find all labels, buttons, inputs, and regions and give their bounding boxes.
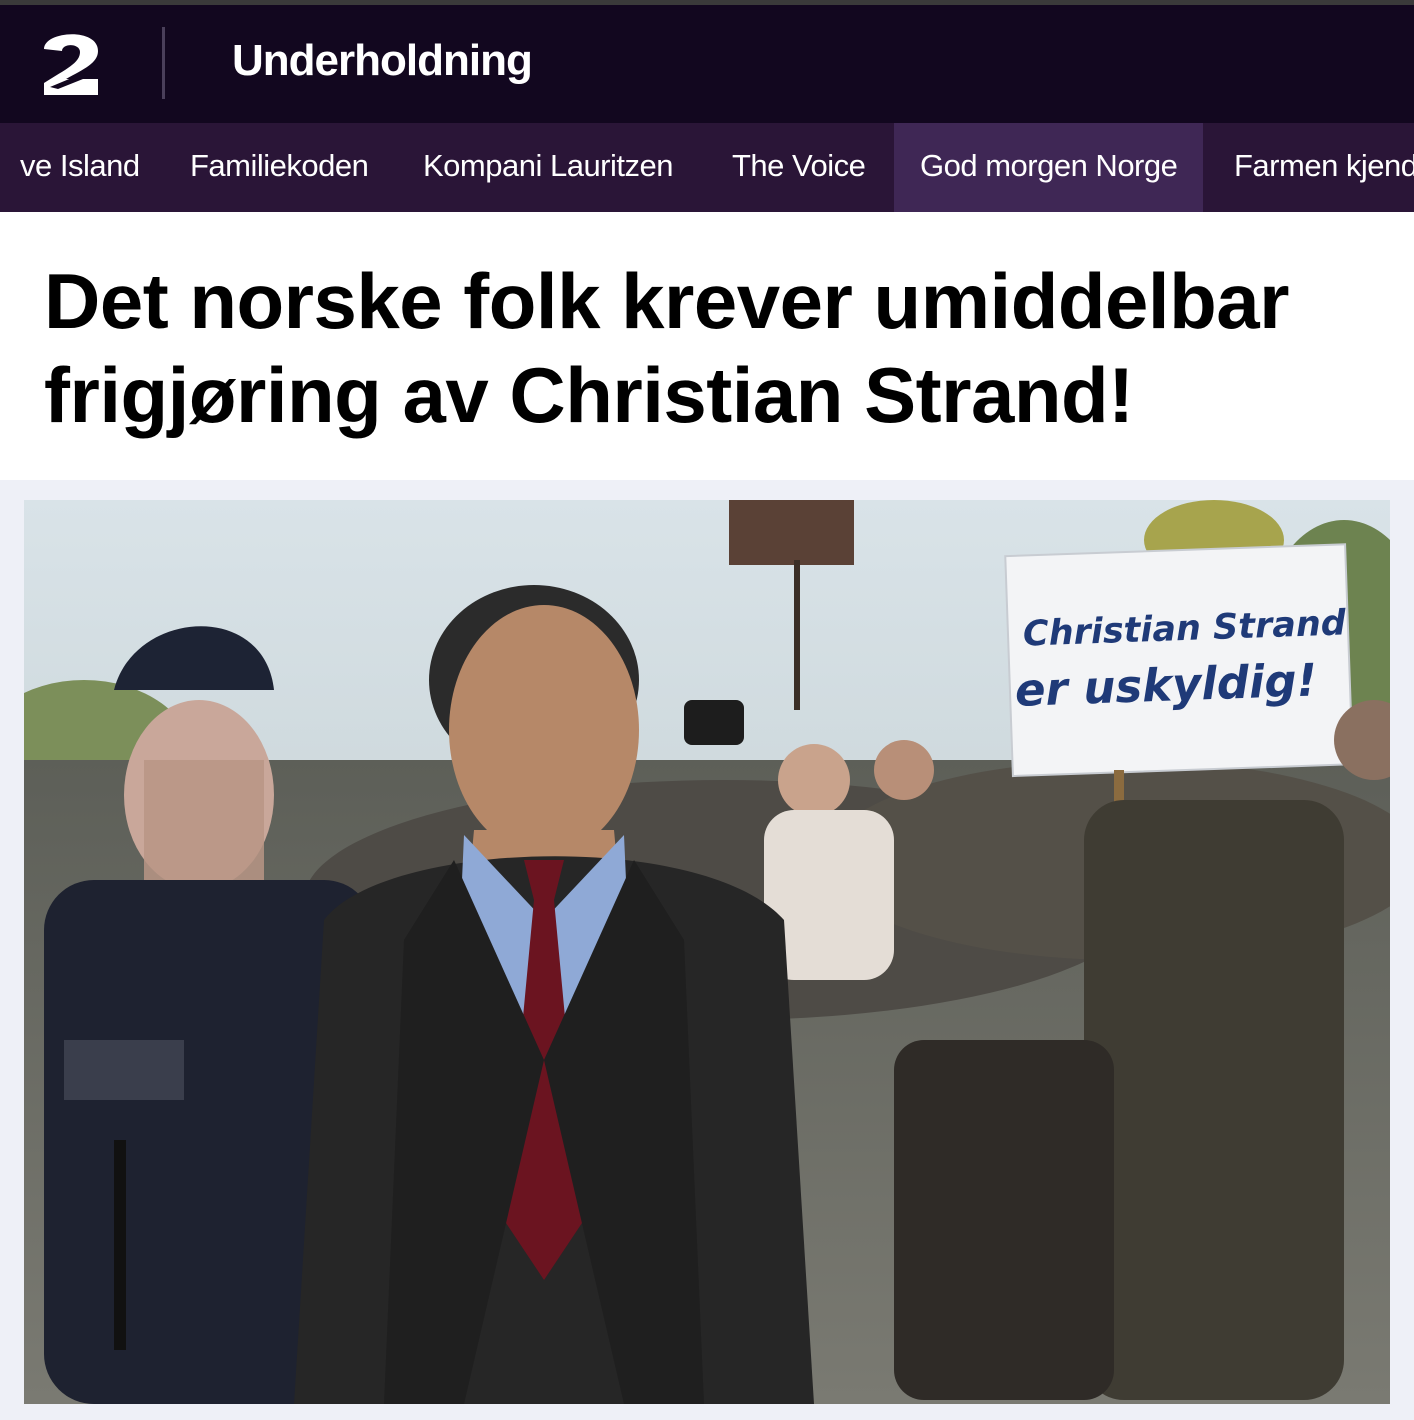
nav-item-farmen-kjendis[interactable]: Farmen kjend xyxy=(1234,123,1414,212)
nav-item-the-voice[interactable]: The Voice xyxy=(732,123,866,212)
tv2-logo-icon xyxy=(44,34,98,95)
nav-item-familiekoden[interactable]: Familiekoden xyxy=(190,123,369,212)
article-photo[interactable]: Christian Strand er uskyldig! xyxy=(24,500,1390,1404)
header-divider xyxy=(162,27,165,99)
article-header: Det norske folk krever umiddelbar frigjø… xyxy=(0,212,1414,480)
sign-line-2: er uskyldig! xyxy=(1014,653,1318,717)
article-image-frame: Christian Strand er uskyldig! xyxy=(0,480,1414,1420)
article-headline: Det norske folk krever umiddelbar frigjø… xyxy=(44,257,1289,439)
category-nav: ve Island Familiekoden Kompani Lauritzen… xyxy=(0,123,1414,212)
tv2-logo[interactable]: 2 xyxy=(36,25,106,103)
protest-photo: Christian Strand er uskyldig! xyxy=(24,500,1390,1404)
nav-item-god-morgen-norge[interactable]: God morgen Norge xyxy=(894,123,1204,212)
site-header: 2 Underholdning xyxy=(0,5,1414,123)
section-title[interactable]: Underholdning xyxy=(232,33,533,89)
nav-item-love-island[interactable]: ve Island xyxy=(20,123,140,212)
nav-item-kompani-lauritzen[interactable]: Kompani Lauritzen xyxy=(423,123,674,212)
